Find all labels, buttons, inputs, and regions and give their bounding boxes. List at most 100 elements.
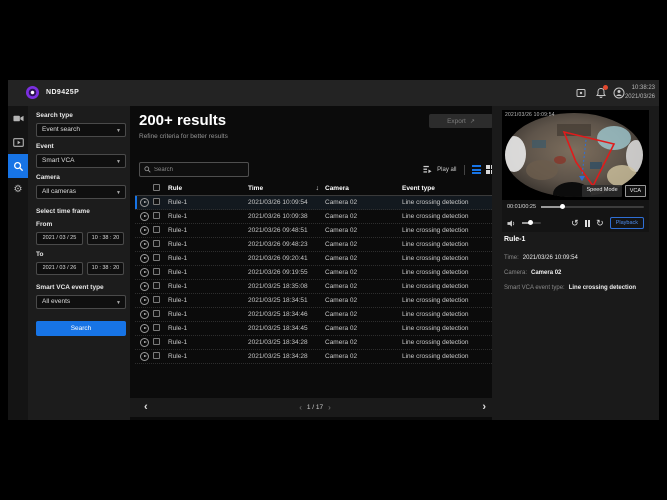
fisheye-video-frame[interactable]: 2021/03/26 10:09:54 Speed Mode VCA <box>502 110 649 200</box>
table-row[interactable]: Rule-1 2021/03/25 18:34:46 Camera 02 Lin… <box>135 308 492 322</box>
event-preview-panel: 2021/03/26 10:09:54 Speed Mode VCA 00:01… <box>492 106 659 420</box>
row-camera: Camera 02 <box>325 213 402 220</box>
row-play-icon[interactable] <box>140 198 149 207</box>
nav-search[interactable] <box>8 154 28 178</box>
row-checkbox[interactable] <box>153 296 160 303</box>
table-body: Rule-1 2021/03/26 10:09:54 Camera 02 Lin… <box>135 196 492 364</box>
play-all-label[interactable]: Play all <box>437 167 456 173</box>
table-row[interactable]: Rule-1 2021/03/26 10:09:54 Camera 02 Lin… <box>135 196 492 210</box>
table-row[interactable]: Rule-1 2021/03/26 09:20:41 Camera 02 Lin… <box>135 252 492 266</box>
row-play-icon[interactable] <box>140 268 149 277</box>
from-date-input[interactable]: 2021 / 03 / 25 <box>36 232 83 245</box>
to-date-input[interactable]: 2021 / 03 / 26 <box>36 262 83 275</box>
time-frame-label: Select time frame <box>36 208 124 215</box>
table-row[interactable]: Rule-1 2021/03/25 18:34:45 Camera 02 Lin… <box>135 322 492 336</box>
page-prev-small-button[interactable]: ‹ <box>299 403 302 412</box>
search-button[interactable]: Search <box>36 321 126 336</box>
row-checkbox[interactable] <box>153 352 160 359</box>
row-event: Line crossing detection <box>402 255 492 262</box>
pause-button[interactable] <box>585 220 591 227</box>
search-type-dropdown[interactable]: Event search ▼ <box>36 123 126 137</box>
nav-rail: ⚙ <box>8 106 28 420</box>
user-account-icon[interactable] <box>613 87 625 99</box>
search-icon <box>144 166 151 173</box>
nav-settings[interactable]: ⚙ <box>8 178 28 202</box>
table-row[interactable]: Rule-1 2021/03/25 18:35:08 Camera 02 Lin… <box>135 280 492 294</box>
row-play-icon[interactable] <box>140 310 149 319</box>
table-row[interactable]: Rule-1 2021/03/26 09:48:23 Camera 02 Lin… <box>135 238 492 252</box>
row-checkbox[interactable] <box>153 338 160 345</box>
row-play-icon[interactable] <box>140 212 149 221</box>
select-all-checkbox[interactable] <box>153 184 160 191</box>
table-row[interactable]: Rule-1 2021/03/25 18:34:28 Camera 02 Lin… <box>135 350 492 364</box>
search-type-value: Event search <box>42 126 80 133</box>
from-time-input[interactable]: 10 : 38 : 20 <box>87 232 124 245</box>
forward-icon[interactable]: ↻ <box>596 218 604 228</box>
row-checkbox[interactable] <box>153 212 160 219</box>
vca-toggle-button[interactable]: VCA <box>625 185 646 197</box>
nav-playback[interactable] <box>8 130 28 154</box>
vca-type-dropdown[interactable]: All events ▼ <box>36 295 126 309</box>
results-search-input[interactable] <box>154 167 244 173</box>
row-checkbox[interactable] <box>153 240 160 247</box>
row-checkbox[interactable] <box>153 226 160 233</box>
row-camera: Camera 02 <box>325 353 402 360</box>
row-play-icon[interactable] <box>140 338 149 347</box>
results-search-box[interactable] <box>139 162 249 177</box>
device-status-icon[interactable] <box>575 87 587 99</box>
export-button[interactable]: Export ↗ <box>429 114 493 128</box>
page-prev-button[interactable]: ‹ <box>136 398 156 417</box>
volume-icon[interactable] <box>507 219 516 228</box>
row-time: 2021/03/26 09:48:51 <box>248 227 308 234</box>
row-rule: Rule-1 <box>168 213 248 220</box>
row-time: 2021/03/25 18:34:28 <box>248 353 308 360</box>
row-checkbox[interactable] <box>153 310 160 317</box>
event-details: Rule-1 Time: 2021/03/26 10:09:54 Camera:… <box>504 236 652 300</box>
row-event: Line crossing detection <box>402 325 492 332</box>
row-play-icon[interactable] <box>140 324 149 333</box>
row-time: 2021/03/26 10:09:54 <box>248 199 308 206</box>
row-play-icon[interactable] <box>140 296 149 305</box>
volume-slider[interactable] <box>522 222 541 224</box>
playback-button[interactable]: Playback <box>610 217 644 229</box>
export-label: Export <box>447 118 466 125</box>
table-row[interactable]: Rule-1 2021/03/26 09:19:55 Camera 02 Lin… <box>135 266 492 280</box>
row-play-icon[interactable] <box>140 226 149 235</box>
row-event: Line crossing detection <box>402 297 492 304</box>
row-camera: Camera 02 <box>325 339 402 346</box>
row-checkbox[interactable] <box>153 268 160 275</box>
progress-slider[interactable] <box>541 206 644 208</box>
table-header: Rule Time ↓ Camera Event type <box>135 182 492 196</box>
progress-handle[interactable] <box>560 204 565 209</box>
to-time-input[interactable]: 10 : 38 : 20 <box>87 262 124 275</box>
row-play-icon[interactable] <box>140 282 149 291</box>
event-dropdown[interactable]: Smart VCA ▼ <box>36 154 126 168</box>
page-next-small-button[interactable]: › <box>328 403 331 412</box>
row-event: Line crossing detection <box>402 213 492 220</box>
row-checkbox[interactable] <box>153 254 160 261</box>
camera-dropdown[interactable]: All cameras ▼ <box>36 185 126 199</box>
rewind-icon[interactable]: ↺ <box>571 218 579 228</box>
pagination-bar: ‹ ‹ 1 / 17 › › <box>130 398 500 417</box>
row-checkbox[interactable] <box>153 282 160 289</box>
sort-descending-icon[interactable]: ↓ <box>316 185 320 192</box>
row-camera: Camera 02 <box>325 227 402 234</box>
row-checkbox[interactable] <box>153 198 160 205</box>
live-view-camera-icon <box>13 113 24 124</box>
row-time: 2021/03/26 10:09:38 <box>248 213 308 220</box>
row-play-icon[interactable] <box>140 254 149 263</box>
row-play-icon[interactable] <box>140 240 149 249</box>
list-view-toggle[interactable] <box>472 165 481 174</box>
volume-handle[interactable] <box>528 220 533 225</box>
column-event-type: Event type <box>402 185 492 192</box>
speed-mode-button[interactable]: Speed Mode <box>582 185 621 197</box>
row-checkbox[interactable] <box>153 324 160 331</box>
table-row[interactable]: Rule-1 2021/03/25 18:34:28 Camera 02 Lin… <box>135 336 492 350</box>
table-row[interactable]: Rule-1 2021/03/25 18:34:51 Camera 02 Lin… <box>135 294 492 308</box>
table-row[interactable]: Rule-1 2021/03/26 09:48:51 Camera 02 Lin… <box>135 224 492 238</box>
row-play-icon[interactable] <box>140 352 149 361</box>
table-row[interactable]: Rule-1 2021/03/26 10:09:38 Camera 02 Lin… <box>135 210 492 224</box>
play-all-icon[interactable] <box>423 165 432 174</box>
nav-live-view[interactable] <box>8 106 28 130</box>
notification-bell-icon[interactable] <box>595 87 607 99</box>
